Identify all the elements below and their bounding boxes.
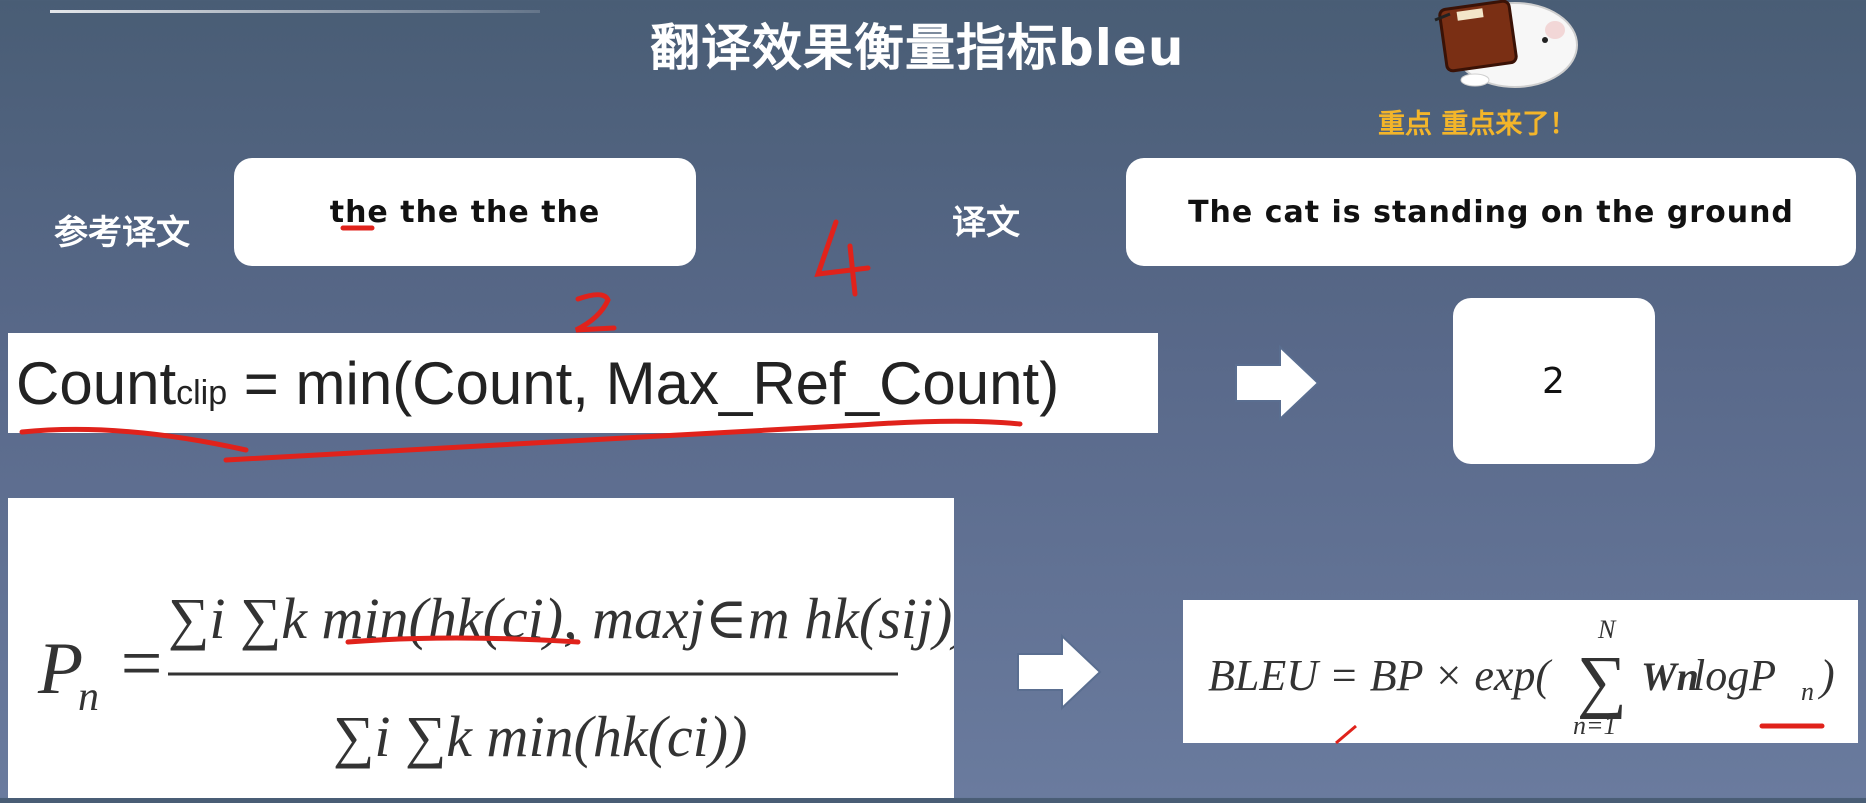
count-main: Count xyxy=(16,349,177,417)
sum-top: N xyxy=(1597,615,1617,644)
result-value: 2 xyxy=(1542,360,1566,402)
count-clip-formula: Countclip = min(Count, Max_Ref_Count) xyxy=(8,333,1158,433)
count-rest: = min(Count, Max_Ref_Count) xyxy=(227,349,1060,417)
top-divider-line xyxy=(50,10,540,13)
bleu-right: logP xyxy=(1693,651,1776,700)
mascot-icon xyxy=(1434,0,1578,88)
mascot-caption: 重点 重点来了！ xyxy=(1378,109,1577,140)
reference-box: the the the the xyxy=(234,158,696,266)
reference-text: the the the the xyxy=(329,194,601,230)
bleu-close: ) xyxy=(1817,651,1835,700)
pn-denominator: ∑i ∑k min(hk(ci)) xyxy=(333,704,747,769)
arrow-right-icon-2 xyxy=(1017,633,1102,711)
handwritten-four xyxy=(814,219,871,297)
count-sub: clip xyxy=(176,373,228,412)
bleu-formula: BLEU = BP × exp( N ∑ n=1 Wn logP n ) xyxy=(1183,600,1858,743)
sum-bottom: n=1 xyxy=(1573,711,1617,740)
reference-label: 参考译文 xyxy=(54,213,190,253)
bleu-weight: Wn xyxy=(1641,654,1699,699)
equals-sign: = xyxy=(116,623,166,705)
candidate-label: 译文 xyxy=(952,203,1020,243)
pn-lhs-sub: n xyxy=(78,674,99,720)
sigma-icon: ∑ xyxy=(1577,643,1627,720)
arrow-right-icon xyxy=(1235,344,1320,422)
bleu-right-sub: n xyxy=(1801,677,1814,706)
pn-formula: P n = ∑i ∑k min(hk(ci), maxj∈m hk(sij)) … xyxy=(8,498,972,798)
slide-title: 翻译效果衡量指标bleu xyxy=(650,19,1185,77)
handwritten-two xyxy=(574,292,617,333)
candidate-box: The cat is standing on the ground xyxy=(1126,158,1856,266)
candidate-text: The cat is standing on the ground xyxy=(1188,194,1794,230)
bleu-left: BLEU = BP × exp( xyxy=(1208,651,1552,700)
result-box: 2 xyxy=(1453,298,1655,464)
pn-numerator: ∑i ∑k min(hk(ci), maxj∈m hk(sij)) xyxy=(168,586,954,651)
pn-lhs: P xyxy=(37,628,83,710)
